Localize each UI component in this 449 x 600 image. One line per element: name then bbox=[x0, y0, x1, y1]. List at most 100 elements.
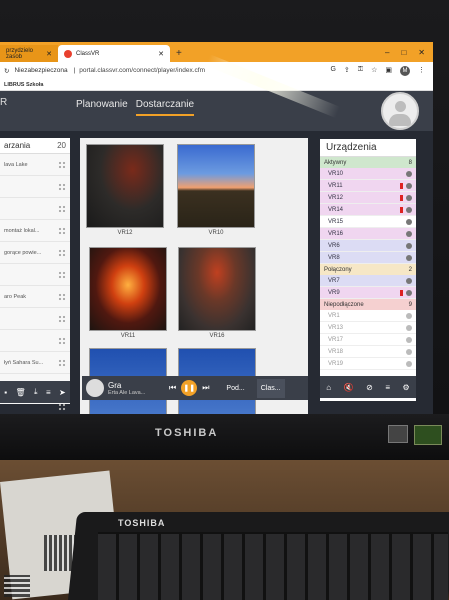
share-icon[interactable]: ⇪ bbox=[344, 66, 350, 76]
minimize-button[interactable]: – bbox=[385, 48, 389, 57]
panorama-thumbnail[interactable] bbox=[86, 144, 164, 228]
device-row[interactable]: VR9 bbox=[320, 287, 416, 299]
device-row[interactable]: VR17 bbox=[320, 334, 416, 346]
device-label: VR1 bbox=[328, 312, 340, 319]
headset-status-icon bbox=[406, 289, 412, 296]
menu-icon[interactable]: ⋮ bbox=[418, 66, 425, 76]
device-row[interactable]: VR6 bbox=[320, 240, 416, 252]
key-icon[interactable]: ⚿ bbox=[358, 66, 363, 76]
content-list-item[interactable] bbox=[0, 198, 70, 220]
device-group-header[interactable]: Aktywny 8 bbox=[320, 157, 416, 168]
url-text[interactable]: portal.classvr.com/connect/player/index.… bbox=[79, 67, 205, 74]
device-row[interactable]: VR14 bbox=[320, 204, 416, 216]
device-status bbox=[400, 194, 412, 201]
device-row[interactable]: VR7 bbox=[320, 275, 416, 287]
list-icon[interactable]: ≡ bbox=[46, 388, 51, 397]
drag-handle-icon[interactable] bbox=[58, 336, 66, 345]
device-row[interactable]: VR16 bbox=[320, 228, 416, 240]
drag-handle-icon[interactable] bbox=[58, 292, 66, 301]
drag-handle-icon[interactable] bbox=[58, 314, 66, 323]
next-icon[interactable]: ⏭ bbox=[202, 383, 209, 393]
lock-icon[interactable]: ⊘ bbox=[366, 383, 373, 392]
device-row[interactable]: VR18 bbox=[320, 346, 416, 358]
headset-status-icon bbox=[406, 182, 412, 189]
device-group-header[interactable]: Niepodłączone 9 bbox=[320, 299, 416, 310]
content-list-label: łyń Sahara Su... bbox=[4, 359, 44, 366]
pause-button[interactable]: ❚❚ bbox=[181, 380, 198, 396]
qr-code bbox=[4, 575, 30, 597]
drag-handle-icon[interactable] bbox=[58, 226, 66, 235]
browser-tab-active[interactable]: ClassVR ✕ bbox=[58, 45, 170, 62]
device-status bbox=[406, 324, 412, 331]
now-playing-title: Gra bbox=[108, 380, 122, 390]
device-row[interactable]: VR12 bbox=[320, 192, 416, 204]
device-row[interactable]: VR15 bbox=[320, 216, 416, 228]
content-list-item[interactable]: lava Lake bbox=[0, 154, 70, 176]
nav-planowanie[interactable]: Planowanie bbox=[76, 99, 128, 116]
delete-icon[interactable]: 🗑 bbox=[15, 388, 25, 397]
mute-icon[interactable]: 🔇 bbox=[344, 383, 354, 392]
tab-pod[interactable]: Pod... bbox=[222, 379, 248, 398]
drag-handle-icon[interactable] bbox=[58, 402, 66, 411]
content-list-item[interactable] bbox=[0, 264, 70, 286]
close-window-button[interactable]: ✕ bbox=[418, 48, 425, 57]
tab-label: przydzielo zasob bbox=[6, 47, 34, 60]
browser-tab[interactable]: przydzielo zasob ✕ bbox=[0, 45, 58, 62]
drag-handle-icon[interactable] bbox=[58, 160, 66, 169]
device-status bbox=[406, 242, 412, 249]
device-row[interactable]: VR19 bbox=[320, 358, 416, 370]
monitor-chin bbox=[0, 414, 449, 460]
battery-low-icon bbox=[400, 182, 403, 189]
panorama-thumbnail[interactable] bbox=[178, 247, 256, 331]
panorama-thumbnail[interactable] bbox=[89, 247, 167, 331]
device-group-header[interactable]: Połączony 2 bbox=[320, 264, 416, 275]
headset-status-icon bbox=[406, 170, 412, 177]
star-icon[interactable]: ☆ bbox=[371, 66, 377, 76]
bookmark-item[interactable]: LIBRUS Szkoła bbox=[4, 82, 43, 88]
content-list-item[interactable] bbox=[0, 176, 70, 198]
extensions-icon[interactable]: ▣ bbox=[385, 66, 392, 76]
tab-class[interactable]: Clas... bbox=[256, 378, 285, 398]
new-tab-button[interactable]: + bbox=[176, 48, 182, 59]
send-icon[interactable]: ➤ bbox=[59, 388, 66, 397]
device-row[interactable]: VR1 bbox=[320, 310, 416, 322]
content-list-item[interactable]: montaż lokal... bbox=[0, 220, 70, 242]
device-row[interactable]: VR8 bbox=[320, 252, 416, 264]
content-list-item[interactable]: gorące powie... bbox=[0, 242, 70, 264]
drag-handle-icon[interactable] bbox=[58, 182, 66, 191]
content-list-item[interactable]: łyń Sahara Su... bbox=[0, 352, 70, 374]
drag-handle-icon[interactable] bbox=[58, 204, 66, 213]
user-avatar[interactable] bbox=[381, 92, 419, 130]
device-card[interactable]: VR11 bbox=[89, 247, 167, 339]
download-icon[interactable]: ⤓ bbox=[34, 387, 38, 397]
maximize-button[interactable]: □ bbox=[401, 48, 406, 57]
reload-icon[interactable]: ↻ bbox=[4, 67, 9, 75]
close-icon[interactable]: ✕ bbox=[46, 50, 52, 58]
drag-handle-icon[interactable] bbox=[58, 270, 66, 279]
save-icon[interactable]: ▪ bbox=[4, 388, 7, 397]
device-status bbox=[406, 360, 412, 367]
device-label: VR11 bbox=[328, 182, 343, 189]
previous-icon[interactable]: ⏮ bbox=[169, 383, 176, 393]
device-row[interactable]: VR13 bbox=[320, 322, 416, 334]
home-icon[interactable]: ⌂ bbox=[326, 383, 331, 392]
content-list-item[interactable]: aro Peak bbox=[0, 286, 70, 308]
filter-icon[interactable]: ≡ bbox=[385, 383, 390, 392]
content-list-item[interactable] bbox=[0, 308, 70, 330]
settings-icon[interactable]: ⚙ bbox=[403, 383, 410, 392]
device-card[interactable]: VR12 bbox=[86, 144, 164, 236]
device-row[interactable]: VR10 bbox=[320, 168, 416, 180]
device-card[interactable]: VR16 bbox=[178, 247, 256, 339]
device-row[interactable]: VR11 bbox=[320, 180, 416, 192]
panorama-thumbnail[interactable] bbox=[177, 144, 255, 228]
device-card[interactable]: VR10 bbox=[177, 144, 255, 236]
battery-low-icon bbox=[400, 289, 403, 296]
nav-dostarczanie[interactable]: Dostarczanie bbox=[135, 99, 195, 116]
content-list-item[interactable] bbox=[0, 330, 70, 352]
google-icon[interactable]: G bbox=[330, 66, 335, 76]
drag-handle-icon[interactable] bbox=[58, 248, 66, 257]
close-icon[interactable]: ✕ bbox=[158, 50, 164, 58]
drag-handle-icon[interactable] bbox=[58, 358, 66, 367]
profile-avatar[interactable]: M bbox=[400, 65, 410, 76]
security-warning[interactable]: Niezabezpieczona bbox=[14, 67, 67, 74]
